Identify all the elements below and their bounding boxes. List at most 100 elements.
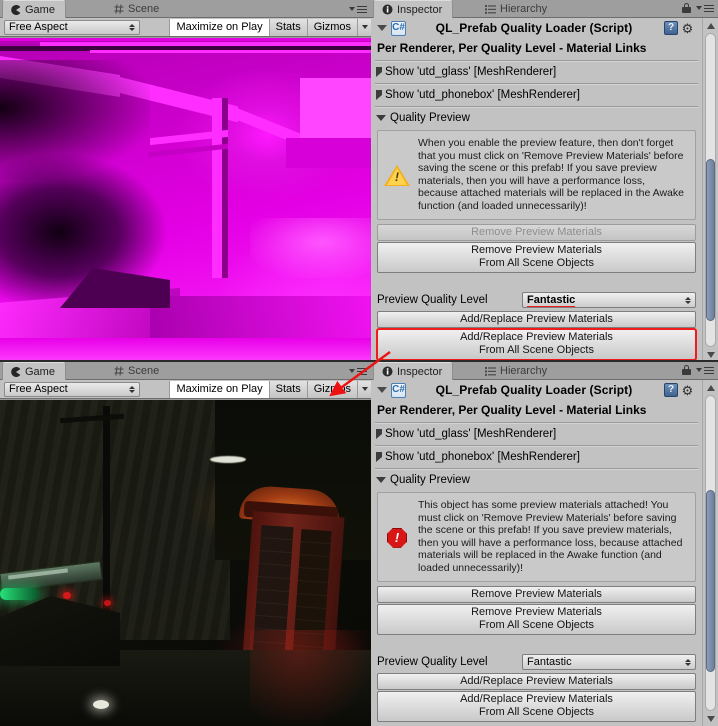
- chevron-down-icon: [349, 369, 355, 373]
- scroll-down-button-bottom[interactable]: [704, 712, 718, 725]
- scroll-track-bottom[interactable]: [705, 395, 716, 711]
- add-replace-preview-materials-all-scene-button-bottom[interactable]: Add/Replace Preview Materials From All S…: [377, 690, 696, 722]
- foldout-utd-phonebox-top[interactable]: Show 'utd_phonebox' [MeshRenderer]: [375, 85, 698, 105]
- stats-button-top[interactable]: Stats: [268, 18, 307, 36]
- info-icon: [382, 4, 393, 15]
- unity-editor-screenshot: Game Scene Free Aspect Maximize on Play …: [0, 0, 718, 726]
- updown-arrows-icon: [685, 658, 691, 666]
- game-tabstrip-bottom: Game Scene: [0, 362, 371, 380]
- foldout-utd-phonebox-bottom[interactable]: Show 'utd_phonebox' [MeshRenderer]: [375, 447, 698, 467]
- lock-icon[interactable]: [682, 3, 691, 13]
- scene-grid-icon: [114, 4, 124, 14]
- button-line: Add/Replace Preview Materials: [460, 331, 613, 344]
- tab-hierarchy-top[interactable]: Hierarchy: [477, 0, 557, 18]
- help-book-icon[interactable]: ?: [664, 383, 678, 397]
- maximize-on-play-button-top[interactable]: Maximize on Play: [169, 18, 269, 36]
- foldout-label-bottom-2: Quality Preview: [390, 474, 470, 486]
- tab-scene-label-bottom: Scene: [128, 365, 160, 377]
- updown-arrows-icon: [685, 296, 691, 304]
- tab-hierarchy-label-top: Hierarchy: [500, 3, 548, 15]
- gizmos-button-top[interactable]: Gizmos: [306, 18, 357, 36]
- remove-preview-materials-all-scene-button-top[interactable]: Remove Preview Materials From All Scene …: [377, 241, 696, 273]
- foldout-utd-glass-bottom[interactable]: Show 'utd_glass' [MeshRenderer]: [375, 424, 698, 444]
- gizmos-dropdown-arrow-top[interactable]: [357, 18, 371, 36]
- add-replace-preview-materials-button-top[interactable]: Add/Replace Preview Materials: [377, 310, 696, 328]
- tab-scene-label-top: Scene: [128, 3, 160, 15]
- tab-hierarchy-label-bottom: Hierarchy: [500, 365, 548, 377]
- add-replace-preview-materials-all-scene-button-top[interactable]: Add/Replace Preview Materials From All S…: [376, 327, 697, 361]
- tab-scene-bottom[interactable]: Scene: [106, 362, 169, 380]
- chevron-right-icon: [376, 452, 382, 462]
- game-tab-menu-bottom[interactable]: [349, 365, 367, 377]
- maximize-on-play-button-bottom[interactable]: Maximize on Play: [169, 380, 269, 398]
- game-pacman-icon: [11, 4, 21, 15]
- preview-quality-level-value-bottom: Fantastic: [527, 656, 572, 669]
- scroll-up-button-top[interactable]: [704, 19, 718, 32]
- chevron-right-icon: [376, 90, 382, 100]
- gear-icon[interactable]: ⚙: [680, 383, 695, 397]
- foldout-quality-preview-bottom[interactable]: Quality Preview: [375, 470, 698, 490]
- component-title-bottom: QL_Prefab Quality Loader (Script): [435, 383, 633, 397]
- remove-preview-materials-button-top[interactable]: Remove Preview Materials: [377, 223, 696, 241]
- foldout-triangle-icon[interactable]: [377, 25, 387, 31]
- scroll-thumb-top[interactable]: [706, 158, 715, 322]
- csharp-script-icon: C#: [391, 20, 406, 36]
- inspector-lock-menu-top: [682, 2, 714, 14]
- gizmos-dropdown-arrow-bottom[interactable]: [357, 380, 371, 398]
- tab-game-bottom[interactable]: Game: [2, 362, 66, 380]
- inspector-body-top: C# QL_Prefab Quality Loader (Script) ? ⚙…: [371, 18, 718, 362]
- remove-preview-materials-all-scene-button-bottom[interactable]: Remove Preview Materials From All Scene …: [377, 603, 696, 635]
- section-title-bottom: Per Renderer, Per Quality Level - Materi…: [377, 403, 647, 417]
- tab-hierarchy-bottom[interactable]: Hierarchy: [477, 362, 557, 380]
- scroll-thumb-bottom[interactable]: [706, 490, 715, 673]
- inspector-scrollbar-top[interactable]: [702, 18, 718, 362]
- foldout-label-top-2: Quality Preview: [390, 112, 470, 124]
- tab-inspector-bottom[interactable]: Inspector: [373, 362, 454, 380]
- aspect-dropdown-bottom[interactable]: Free Aspect: [4, 381, 140, 397]
- foldout-label-top-1: Show 'utd_phonebox' [MeshRenderer]: [385, 89, 580, 101]
- tab-inspector-top[interactable]: Inspector: [373, 0, 454, 18]
- button-line: From All Scene Objects: [479, 706, 594, 719]
- lock-icon[interactable]: [682, 365, 691, 375]
- foldout-triangle-icon: [376, 477, 386, 483]
- inspector-scrollbar-bottom[interactable]: [702, 380, 718, 726]
- component-header-bottom[interactable]: C# QL_Prefab Quality Loader (Script) ? ⚙: [375, 380, 698, 400]
- foldout-triangle-icon[interactable]: [377, 387, 387, 393]
- add-replace-preview-materials-button-bottom[interactable]: Add/Replace Preview Materials: [377, 672, 696, 690]
- tab-game-top[interactable]: Game: [2, 0, 66, 18]
- aspect-dropdown-top[interactable]: Free Aspect: [4, 19, 140, 35]
- game-render-bottom[interactable]: [0, 400, 371, 726]
- button-line: From All Scene Objects: [479, 344, 594, 357]
- game-tab-menu-top[interactable]: [349, 3, 367, 15]
- error-helpbox-bottom: ! This object has some preview materials…: [377, 492, 696, 582]
- warning-helpbox-top: ! When you enable the preview feature, t…: [377, 130, 696, 220]
- game-toolbar-bottom: Free Aspect Maximize on Play Stats Gizmo…: [0, 380, 371, 399]
- panel-top: Game Scene Free Aspect Maximize on Play …: [0, 0, 718, 362]
- tab-scene-top[interactable]: Scene: [106, 0, 169, 18]
- inspector-tab-menu-bottom[interactable]: [696, 364, 714, 376]
- gizmos-button-bottom[interactable]: Gizmos: [306, 380, 357, 398]
- inspector-scroll-content-bottom: C# QL_Prefab Quality Loader (Script) ? ⚙…: [371, 380, 702, 726]
- chevron-down-icon: [361, 25, 368, 29]
- gear-icon[interactable]: ⚙: [680, 21, 695, 35]
- inspector-tab-menu-top[interactable]: [696, 2, 714, 14]
- foldout-utd-glass-top[interactable]: Show 'utd_glass' [MeshRenderer]: [375, 62, 698, 82]
- foldout-quality-preview-top[interactable]: Quality Preview: [375, 108, 698, 128]
- preview-quality-level-dropdown-top[interactable]: Fantastic: [522, 292, 696, 309]
- game-render-top[interactable]: [0, 38, 371, 362]
- aspect-value-bottom: Free Aspect: [9, 383, 68, 395]
- foldout-label-top-0: Show 'utd_glass' [MeshRenderer]: [385, 66, 557, 78]
- scroll-up-button-bottom[interactable]: [704, 381, 718, 394]
- section-title-top: Per Renderer, Per Quality Level - Materi…: [377, 41, 647, 55]
- stats-button-bottom[interactable]: Stats: [268, 380, 307, 398]
- component-title-top: QL_Prefab Quality Loader (Script): [435, 21, 633, 35]
- preview-quality-level-dropdown-bottom[interactable]: Fantastic: [522, 654, 696, 671]
- chevron-right-icon: [376, 67, 382, 77]
- help-book-icon[interactable]: ?: [664, 21, 678, 35]
- warning-text-top: When you enable the preview feature, the…: [418, 137, 684, 212]
- remove-preview-materials-button-bottom[interactable]: Remove Preview Materials: [377, 585, 696, 603]
- menu-lines-icon: [357, 5, 367, 13]
- scroll-track-top[interactable]: [705, 33, 716, 347]
- component-header-top[interactable]: C# QL_Prefab Quality Loader (Script) ? ⚙: [375, 18, 698, 38]
